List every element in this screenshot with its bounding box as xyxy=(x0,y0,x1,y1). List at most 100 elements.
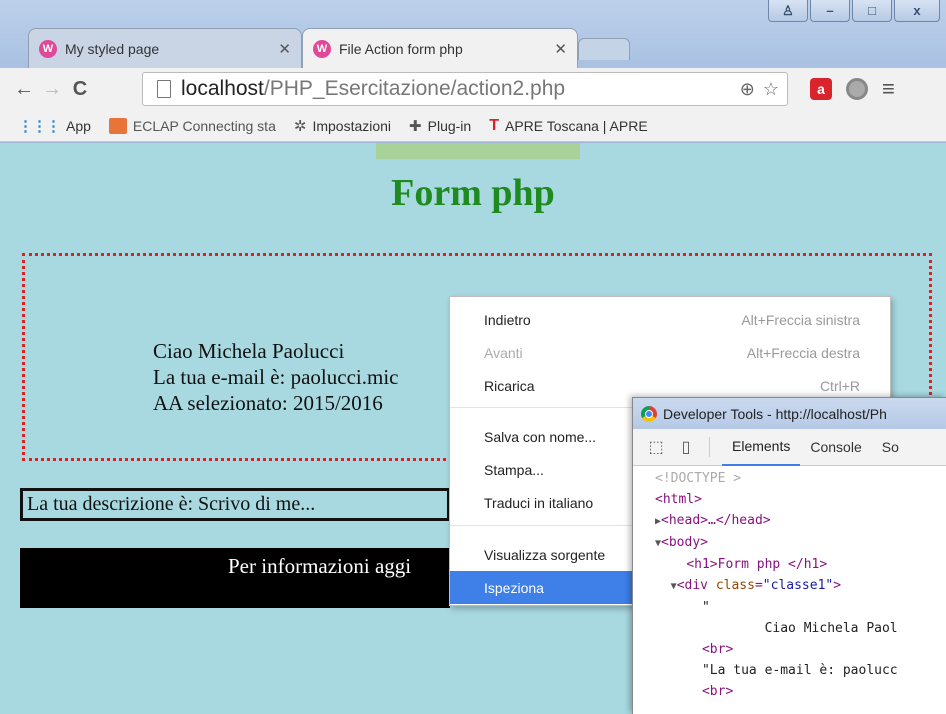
description-box: La tua descrizione è: Scrivo di me... xyxy=(20,488,450,521)
dom-line[interactable]: <br> xyxy=(655,639,946,660)
page-icon xyxy=(157,80,171,98)
dom-line[interactable]: <h1>Form php </h1> xyxy=(655,554,946,575)
menu-item-label: Ricarica xyxy=(484,377,535,394)
bookmark-apps[interactable]: ⋮⋮⋮ App xyxy=(18,117,91,135)
gear-icon: ✲ xyxy=(293,117,307,135)
new-tab-button[interactable] xyxy=(578,38,630,60)
dom-line[interactable]: <!DOCTYPE > xyxy=(655,468,946,489)
tab-sources[interactable]: So xyxy=(872,429,909,465)
bookmark-label: APRE Toscana | APRE xyxy=(505,117,648,134)
dom-line[interactable]: " xyxy=(655,597,946,618)
dom-line[interactable]: Ciao Michela Paol xyxy=(655,618,946,639)
menu-item-label: Traduci in italiano xyxy=(484,494,594,511)
bookmark-eclap[interactable]: ECLAP Connecting sta xyxy=(108,117,276,134)
extension-grey-icon[interactable] xyxy=(846,78,868,100)
tab-close-icon[interactable]: ✕ xyxy=(554,40,567,58)
puzzle-icon: ✚ xyxy=(409,117,422,135)
avira-extension-icon[interactable]: a xyxy=(810,78,832,100)
text-node: " xyxy=(701,600,710,615)
div-attr: class xyxy=(715,578,755,593)
dom-line[interactable]: <br> xyxy=(655,681,946,702)
tab-close-icon[interactable]: ✕ xyxy=(278,40,291,58)
tab-title: File Action form php xyxy=(339,40,463,57)
greeting-text: Ciao Michela Paolucci La tua e-mail è: p… xyxy=(153,338,398,416)
tab-my-styled-page[interactable]: W My styled page ✕ xyxy=(28,28,302,68)
tab-console[interactable]: Console xyxy=(800,429,871,465)
chrome-logo-icon xyxy=(641,405,657,422)
menu-item-label: Salva con nome... xyxy=(484,428,597,445)
developer-tools-window: Developer Tools - http://localhost/Ph ⬚ … xyxy=(632,397,946,714)
extension-icons: a ≡ xyxy=(810,76,895,102)
window-titlebar: ♙ – □ x W My styled page ✕ W File Action… xyxy=(0,0,946,68)
window-controls: ♙ – □ x xyxy=(768,0,940,22)
menu-item-shortcut: Ctrl+R xyxy=(819,377,860,394)
chrome-menu-icon[interactable]: ≡ xyxy=(882,76,895,102)
forward-arrow-icon[interactable]: → xyxy=(38,78,66,101)
dom-line[interactable]: ▶<head>…</head> xyxy=(655,510,946,532)
address-bar[interactable]: localhost/PHP_Esercitazione/action2.php … xyxy=(142,72,788,106)
devtools-title: Developer Tools - http://localhost/Ph xyxy=(663,405,887,422)
zoom-icon[interactable]: ⊕ xyxy=(740,79,755,100)
device-mode-icon[interactable]: ▯ xyxy=(675,436,697,458)
tab-title: My styled page xyxy=(65,40,160,57)
url-host: localhost xyxy=(181,77,264,100)
menu-item-label: Avanti xyxy=(484,344,523,361)
bookmark-plugin[interactable]: ✚ Plug-in xyxy=(409,117,471,135)
dom-line[interactable]: ▼<div class="classe1"> xyxy=(655,575,946,597)
bookmark-apre[interactable]: T APRE Toscana | APRE xyxy=(489,117,647,135)
html-node: <html> xyxy=(655,492,702,507)
bookmarks-bar: ⋮⋮⋮ App ECLAP Connecting sta ✲ Impostazi… xyxy=(0,110,946,142)
br-node: <br> xyxy=(701,642,734,657)
user-profile-button[interactable]: ♙ xyxy=(768,0,808,22)
apre-icon: T xyxy=(489,116,499,134)
br-node: <br> xyxy=(701,684,734,699)
menu-item-label: Indietro xyxy=(484,311,531,328)
bookmark-label: Impostazioni xyxy=(312,117,392,134)
toolbar-divider xyxy=(709,437,710,457)
tab-file-action-form[interactable]: W File Action form php ✕ xyxy=(302,28,578,68)
div-attr-value: "classe1" xyxy=(762,578,834,593)
dom-line[interactable]: <html> xyxy=(655,489,946,510)
body-node: <body> xyxy=(661,535,708,550)
h1-node: <h1>Form php </h1> xyxy=(686,557,828,572)
minimize-button[interactable]: – xyxy=(810,0,850,22)
menu-item-label: Stampa... xyxy=(484,461,544,478)
bookmark-label: App xyxy=(66,117,91,134)
text-node: Ciao Michela Paol xyxy=(764,621,898,636)
greeting-line: AA selezionato: 2015/2016 xyxy=(153,391,383,415)
dom-line[interactable]: "La tua e-mail è: paolucc xyxy=(655,660,946,681)
omnibox-actions: ⊕ ☆ xyxy=(740,79,779,100)
bookmark-impostazioni[interactable]: ✲ Impostazioni xyxy=(294,117,391,135)
browser-toolbar: ← → C localhost/PHP_Esercitazione/action… xyxy=(0,68,946,110)
page-favicon-icon: W xyxy=(39,39,57,58)
reload-icon[interactable]: C xyxy=(66,78,94,101)
url-path: /PHP_Esercitazione/action2.php xyxy=(263,77,566,100)
footer-bar: Per informazioni aggi xyxy=(20,548,450,608)
menu-item-shortcut: Alt+Freccia destra xyxy=(746,344,860,361)
doctype-node: <!DOCTYPE > xyxy=(655,471,742,486)
green-banner xyxy=(376,143,580,159)
menu-item-indietro[interactable]: Indietro Alt+Freccia sinistra xyxy=(450,303,892,336)
star-icon[interactable]: ☆ xyxy=(763,79,779,100)
menu-item-shortcut: Alt+Freccia sinistra xyxy=(741,311,860,328)
devtools-titlebar: Developer Tools - http://localhost/Ph xyxy=(633,398,946,429)
inspect-element-icon[interactable]: ⬚ xyxy=(645,436,667,458)
div-tag: div xyxy=(684,578,708,593)
maximize-button[interactable]: □ xyxy=(852,0,892,22)
dom-line[interactable]: ▼<body> xyxy=(655,532,946,554)
back-arrow-icon[interactable]: ← xyxy=(10,78,38,101)
menu-item-avanti[interactable]: Avanti Alt+Freccia destra xyxy=(450,336,892,369)
menu-item-label: Visualizza sorgente xyxy=(484,546,606,563)
bookmark-label: ECLAP Connecting sta xyxy=(132,117,276,134)
page-title: Form php xyxy=(391,172,555,214)
menu-item-label: Ispeziona xyxy=(484,579,544,596)
footer-text: Per informazioni aggi xyxy=(228,554,412,578)
head-node: <head>…</head> xyxy=(661,513,771,528)
page-favicon-icon: W xyxy=(313,39,331,58)
apps-icon: ⋮⋮⋮ xyxy=(18,117,61,135)
tab-elements[interactable]: Elements xyxy=(722,428,801,466)
devtools-tabbar: ⬚ ▯ Elements Console So xyxy=(633,429,946,466)
bookmark-label: Plug-in xyxy=(427,117,472,134)
dom-tree: <!DOCTYPE > <html> ▶<head>…</head> ▼<body> … xyxy=(633,466,946,702)
close-window-button[interactable]: x xyxy=(894,0,940,22)
